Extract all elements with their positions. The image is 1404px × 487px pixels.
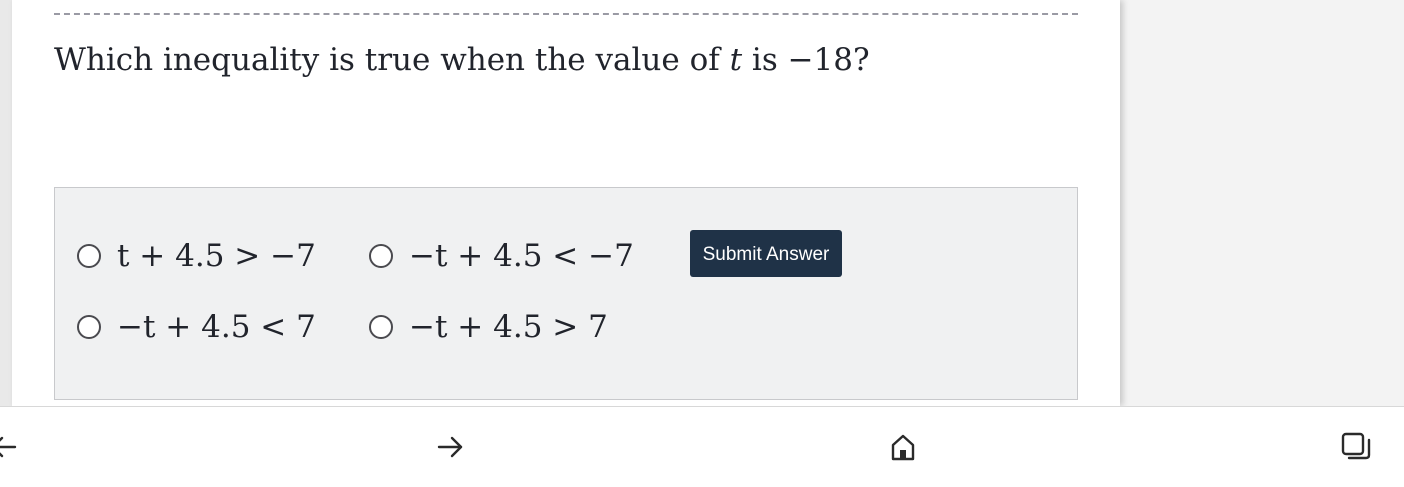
- answer-area: t + 4.5 > −7 −t + 4.5 < −7 −t + 4.5 < 7 …: [54, 187, 1078, 400]
- question-prefix: Which inequality is true when the value …: [54, 42, 730, 78]
- choice-2[interactable]: −t + 4.5 < −7: [369, 238, 634, 274]
- forward-arrow-icon[interactable]: [432, 429, 468, 465]
- choice-label: −t + 4.5 < −7: [409, 238, 634, 274]
- question-suffix: ?: [853, 42, 870, 78]
- exercise-panel: Which inequality is true when the value …: [12, 0, 1120, 406]
- radio-button[interactable]: [369, 315, 393, 339]
- dashed-divider: [54, 13, 1078, 15]
- choice-4[interactable]: −t + 4.5 > 7: [369, 309, 608, 345]
- question-value: −18: [787, 42, 853, 78]
- question-text: Which inequality is true when the value …: [54, 42, 870, 78]
- choice-label: t + 4.5 > −7: [117, 238, 316, 274]
- choice-label: −t + 4.5 < 7: [117, 309, 316, 345]
- radio-button[interactable]: [77, 315, 101, 339]
- home-icon[interactable]: [885, 429, 921, 465]
- question-variable: t: [729, 42, 743, 78]
- browser-bottom-toolbar: [0, 406, 1404, 487]
- choice-label: −t + 4.5 > 7: [409, 309, 608, 345]
- radio-button[interactable]: [77, 244, 101, 268]
- choice-3[interactable]: −t + 4.5 < 7: [77, 309, 316, 345]
- radio-button[interactable]: [369, 244, 393, 268]
- back-arrow-icon[interactable]: [0, 429, 22, 465]
- submit-answer-button[interactable]: Submit Answer: [690, 230, 842, 277]
- question-middle: is: [742, 42, 788, 78]
- tabs-icon[interactable]: [1338, 429, 1374, 465]
- choice-1[interactable]: t + 4.5 > −7: [77, 238, 316, 274]
